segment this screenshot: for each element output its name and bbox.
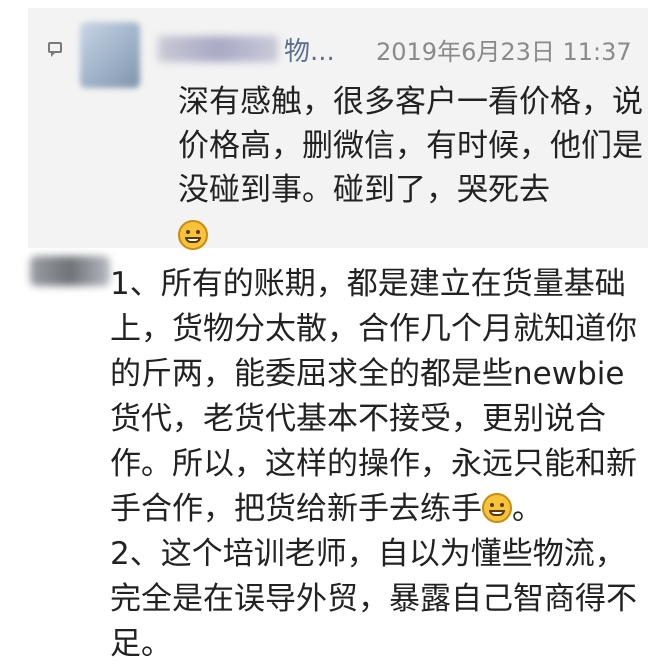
- top-comment-card: 物... 2019年6月23日 11:37 深有感触，很多客户一看价格，说价格高…: [28, 8, 648, 250]
- timestamp: 2019年6月23日 11:37: [376, 38, 632, 66]
- author-name[interactable]: 物...: [158, 32, 335, 67]
- reply-text: 1、所有的账期，都是建立在货量基础上，货物分太散，合作几个月就知道你的斤两，能委…: [110, 262, 650, 667]
- reply-text-1-end: 。: [512, 491, 543, 527]
- comment-icon[interactable]: [48, 42, 62, 57]
- reply-paragraph-1: 1、所有的账期，都是建立在货量基础上，货物分太散，合作几个月就知道你的斤两，能委…: [110, 262, 650, 532]
- grinning-emoji-icon: [178, 220, 208, 250]
- avatar[interactable]: [80, 22, 140, 88]
- reply-paragraph-2: 2、这个培训老师，自以为懂些物流，完全是在误导外贸，暴露自己智商得不足。: [110, 536, 637, 662]
- blurred-name: [158, 36, 278, 62]
- comment-body: 深有感触，很多客户一看价格，说价格高，删微信，有时候，他们是没碰到事。碰到了，哭…: [178, 84, 643, 208]
- comment-text: 深有感触，很多客户一看价格，说价格高，删微信，有时候，他们是没碰到事。碰到了，哭…: [178, 80, 658, 258]
- smiling-emoji-icon: [482, 493, 512, 523]
- avatar[interactable]: [30, 256, 110, 286]
- author-name-text: 物...: [284, 36, 335, 67]
- reply-text-1: 1、所有的账期，都是建立在货量基础上，货物分太散，合作几个月就知道你的斤两，能委…: [110, 266, 637, 527]
